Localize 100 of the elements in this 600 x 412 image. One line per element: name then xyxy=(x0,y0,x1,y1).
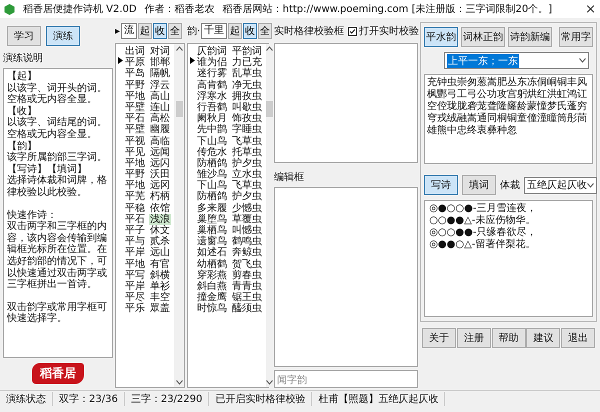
word-cell[interactable]: 平视 xyxy=(124,136,146,147)
word-cell[interactable]: 剪春虫 xyxy=(231,270,263,281)
scroll-down-icon[interactable] xyxy=(587,182,594,188)
checkbox-label[interactable]: 打开实时校验 xyxy=(359,24,420,38)
word-cell[interactable]: 防栖鸽 xyxy=(196,191,228,203)
word-cell[interactable]: 远闪 xyxy=(149,158,171,170)
word-cell[interactable]: 护夕虫 xyxy=(231,158,263,170)
word-cell[interactable]: 撞金鹰 xyxy=(196,292,228,304)
scroll-down-icon[interactable] xyxy=(579,58,586,63)
word-cell[interactable]: 平写 xyxy=(124,270,146,281)
word-cell[interactable]: 醯须虫 xyxy=(231,303,263,315)
word-cell[interactable]: 先中鹊 xyxy=(196,124,228,136)
word-cell[interactable]: 平岸 xyxy=(124,280,146,292)
word-cell[interactable]: 平乐 xyxy=(124,303,146,315)
scroll-up-icon[interactable] xyxy=(176,46,182,51)
editor-field[interactable] xyxy=(274,187,418,367)
word-cell[interactable]: 饰孜虫 xyxy=(231,113,263,124)
filter-button[interactable]: 全 xyxy=(258,23,272,39)
word-cell[interactable]: 依馆 xyxy=(149,202,171,214)
word-cell[interactable]: 拥孜虫 xyxy=(231,90,263,102)
word-cell[interactable]: 幽履 xyxy=(149,124,171,136)
word-cell[interactable]: 阑秋月 xyxy=(196,113,228,124)
filter-button[interactable]: 全 xyxy=(168,23,182,39)
word-cell[interactable]: 巢栖鸟 xyxy=(196,225,228,236)
word-cell[interactable]: 平石 xyxy=(124,214,146,226)
word-cell[interactable]: 平野 xyxy=(124,80,146,91)
action-button[interactable]: 关于 xyxy=(422,328,456,348)
word-cell[interactable]: 远冈 xyxy=(149,180,171,192)
scroll-thumb[interactable] xyxy=(176,101,182,117)
close-button[interactable]: × xyxy=(585,2,596,16)
word-cell[interactable]: 有官 xyxy=(149,258,171,270)
word-cell[interactable]: 朽柄 xyxy=(149,191,171,203)
word-cell[interactable]: 平地 xyxy=(124,90,146,102)
word-cell[interactable]: 穿彩燕 xyxy=(196,270,228,281)
word-cell[interactable]: 平原 xyxy=(124,57,146,68)
word-cell[interactable]: 力已充 xyxy=(231,57,263,68)
word-cell[interactable]: 平岛 xyxy=(124,68,146,80)
word-cell[interactable]: 高临 xyxy=(149,136,171,147)
scroll-down-icon[interactable] xyxy=(266,380,273,385)
word-cell[interactable]: 浮云 xyxy=(149,80,171,91)
word-cell[interactable]: 传危水 xyxy=(196,146,228,158)
action-button[interactable]: 退出 xyxy=(561,328,595,348)
word-cell[interactable]: 立水虫 xyxy=(231,169,263,180)
word-cell[interactable]: 浮寒水 xyxy=(196,90,228,102)
scroll-thumb[interactable] xyxy=(266,101,273,117)
word-cell[interactable]: 贰杀 xyxy=(149,236,171,248)
word-cell[interactable]: 净无虫 xyxy=(231,80,263,91)
word-cell[interactable]: 平地 xyxy=(124,258,146,270)
word-cell[interactable]: 托草虫 xyxy=(231,146,263,158)
word-cell[interactable]: 平地 xyxy=(124,158,146,170)
form-select[interactable]: 五绝仄起仄收 xyxy=(524,176,598,194)
rhyme-book-tab[interactable]: 诗韵新编 xyxy=(508,27,552,47)
word-cell[interactable]: 雏沙鸟 xyxy=(196,169,228,180)
word-cell[interactable]: 叫憾虫 xyxy=(231,225,263,236)
word-cell[interactable]: 邯郸 xyxy=(149,57,171,68)
word-cell[interactable]: 平地 xyxy=(124,180,146,192)
filter-input[interactable]: 千里 xyxy=(201,23,228,39)
scroll-down-icon[interactable] xyxy=(176,380,182,385)
word-cell[interactable]: 平见 xyxy=(124,146,146,158)
word-cell[interactable]: 高山 xyxy=(149,90,171,102)
word-cell[interactable]: 鹤鸣虫 xyxy=(231,236,263,248)
word-cell[interactable]: 平壁 xyxy=(124,124,146,136)
word-cell[interactable]: 遗窗鸟 xyxy=(196,236,228,248)
word-cell[interactable]: 斜白燕 xyxy=(196,280,228,292)
word-cell[interactable]: 贺飞虫 xyxy=(231,258,263,270)
word-cell[interactable]: 谁为侣 xyxy=(196,57,228,68)
scrollbar[interactable] xyxy=(266,44,273,387)
word-cell[interactable]: 平子 xyxy=(124,225,146,236)
word-cell[interactable]: 高松 xyxy=(149,113,171,124)
word-cell[interactable]: 巢堕鸟 xyxy=(196,214,228,226)
word-cell[interactable]: 锯王虫 xyxy=(231,292,263,304)
word-cell[interactable]: 下山鸟 xyxy=(196,136,228,147)
word-cell[interactable]: 奔鲸虫 xyxy=(231,247,263,259)
word-cell[interactable]: 平稳 xyxy=(124,202,146,214)
word-cell[interactable]: 平与 xyxy=(124,236,146,248)
rhyme-book-tab[interactable]: 词林正韵 xyxy=(461,27,506,47)
word-cell[interactable]: 单衫 xyxy=(149,280,171,292)
scrollbar[interactable] xyxy=(174,44,184,387)
word-cell[interactable]: 眾盖 xyxy=(149,303,171,315)
scroll-up-icon[interactable] xyxy=(266,46,273,51)
word-cell[interactable]: 幼栖鹤 xyxy=(196,258,228,270)
common-chars-button[interactable]: 常用字 xyxy=(559,27,593,47)
word-cell[interactable]: 如述石 xyxy=(196,247,228,259)
word-cell[interactable]: 平石 xyxy=(124,113,146,124)
word-cell[interactable]: 飞草虫 xyxy=(231,136,263,147)
action-button[interactable]: 注册 xyxy=(456,328,491,348)
word-cell[interactable]: 时惊鸟 xyxy=(196,303,228,315)
word-cell[interactable]: 叫歇虫 xyxy=(231,102,263,114)
filter-button[interactable]: 收 xyxy=(153,23,168,39)
word-cell[interactable]: 沃田 xyxy=(149,169,171,180)
word-cell[interactable]: 平尽 xyxy=(124,292,146,304)
filter-button[interactable]: 起 xyxy=(228,23,242,39)
action-button[interactable]: 建议 xyxy=(526,328,560,348)
word-cell[interactable]: 下山鸟 xyxy=(196,180,228,192)
poem-tab[interactable]: 写诗 xyxy=(424,175,458,195)
word-cell[interactable]: 平野 xyxy=(124,169,146,180)
mode-tab[interactable]: 学习 xyxy=(7,26,41,46)
word-cell[interactable]: 连山 xyxy=(149,102,171,114)
word-cell[interactable]: 斜横 xyxy=(149,270,171,281)
word-cell[interactable]: 平芜 xyxy=(124,191,146,203)
